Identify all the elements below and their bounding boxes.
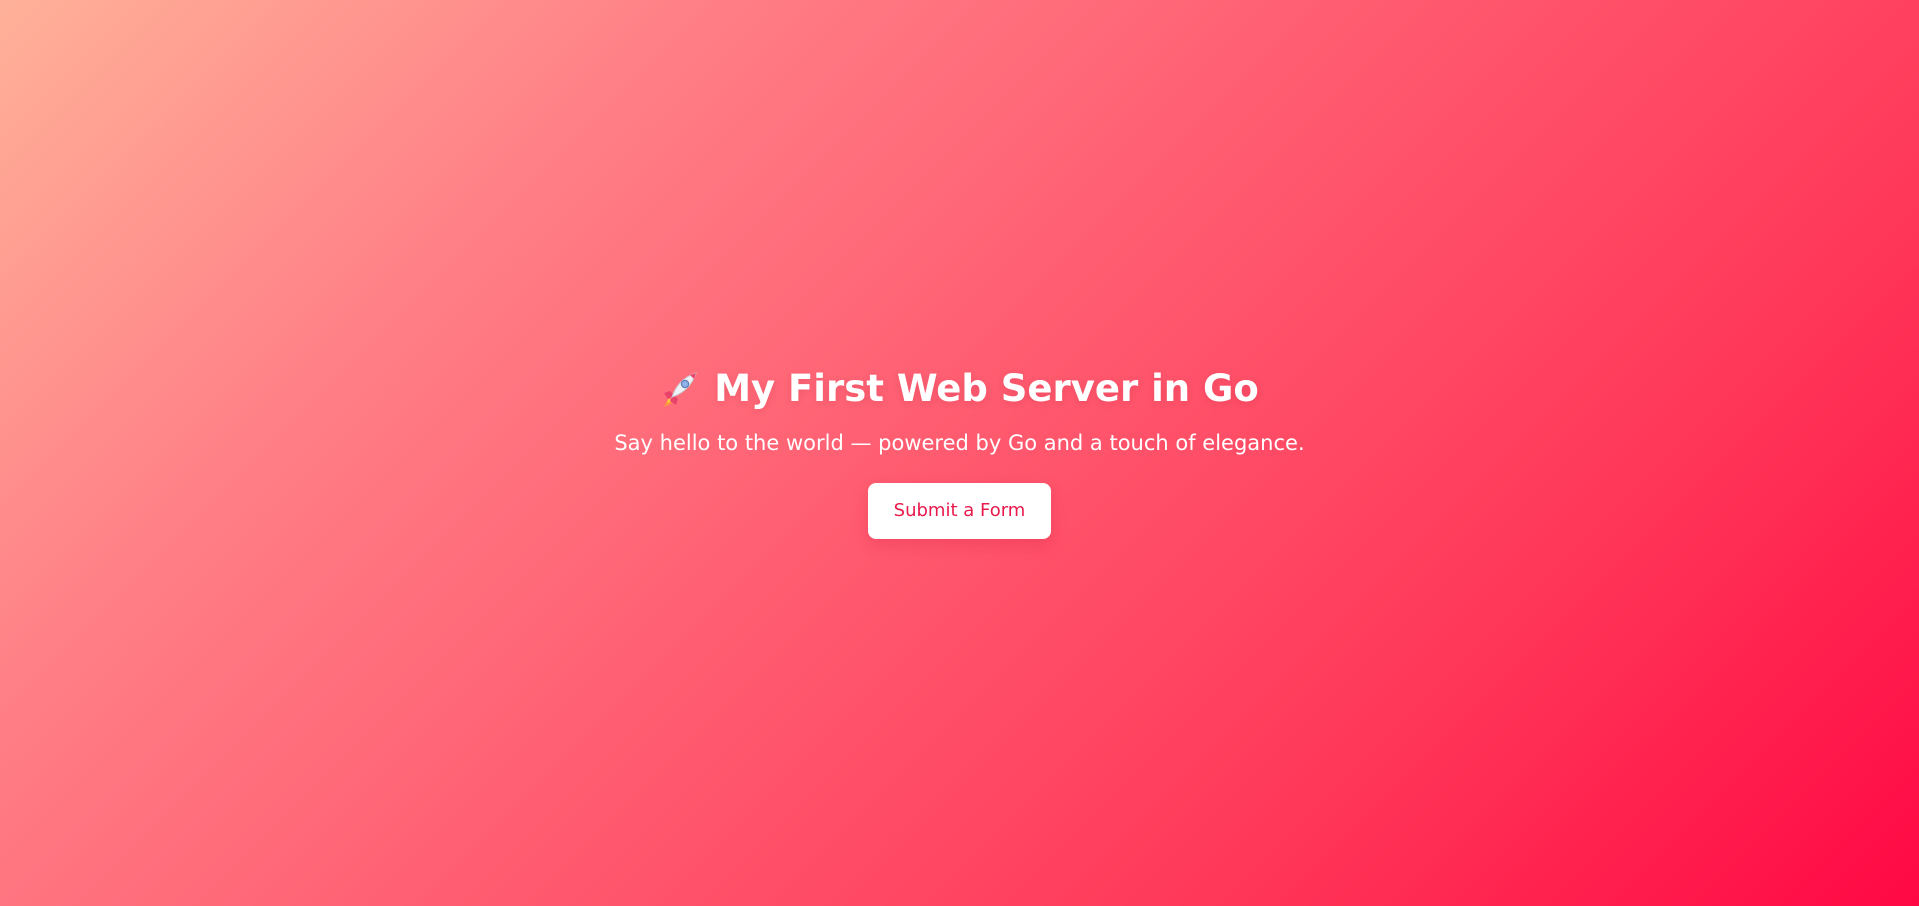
page-title-row: My First Web Server in Go — [660, 366, 1259, 412]
submit-form-button[interactable]: Submit a Form — [867, 483, 1052, 539]
page-subtitle: Say hello to the world — powered by Go a… — [614, 431, 1305, 455]
rocket-icon — [660, 369, 700, 409]
page-title: My First Web Server in Go — [714, 367, 1259, 410]
hero-section: My First Web Server in Go Say hello to t… — [0, 366, 1919, 539]
page: My First Web Server in Go Say hello to t… — [0, 0, 1919, 906]
